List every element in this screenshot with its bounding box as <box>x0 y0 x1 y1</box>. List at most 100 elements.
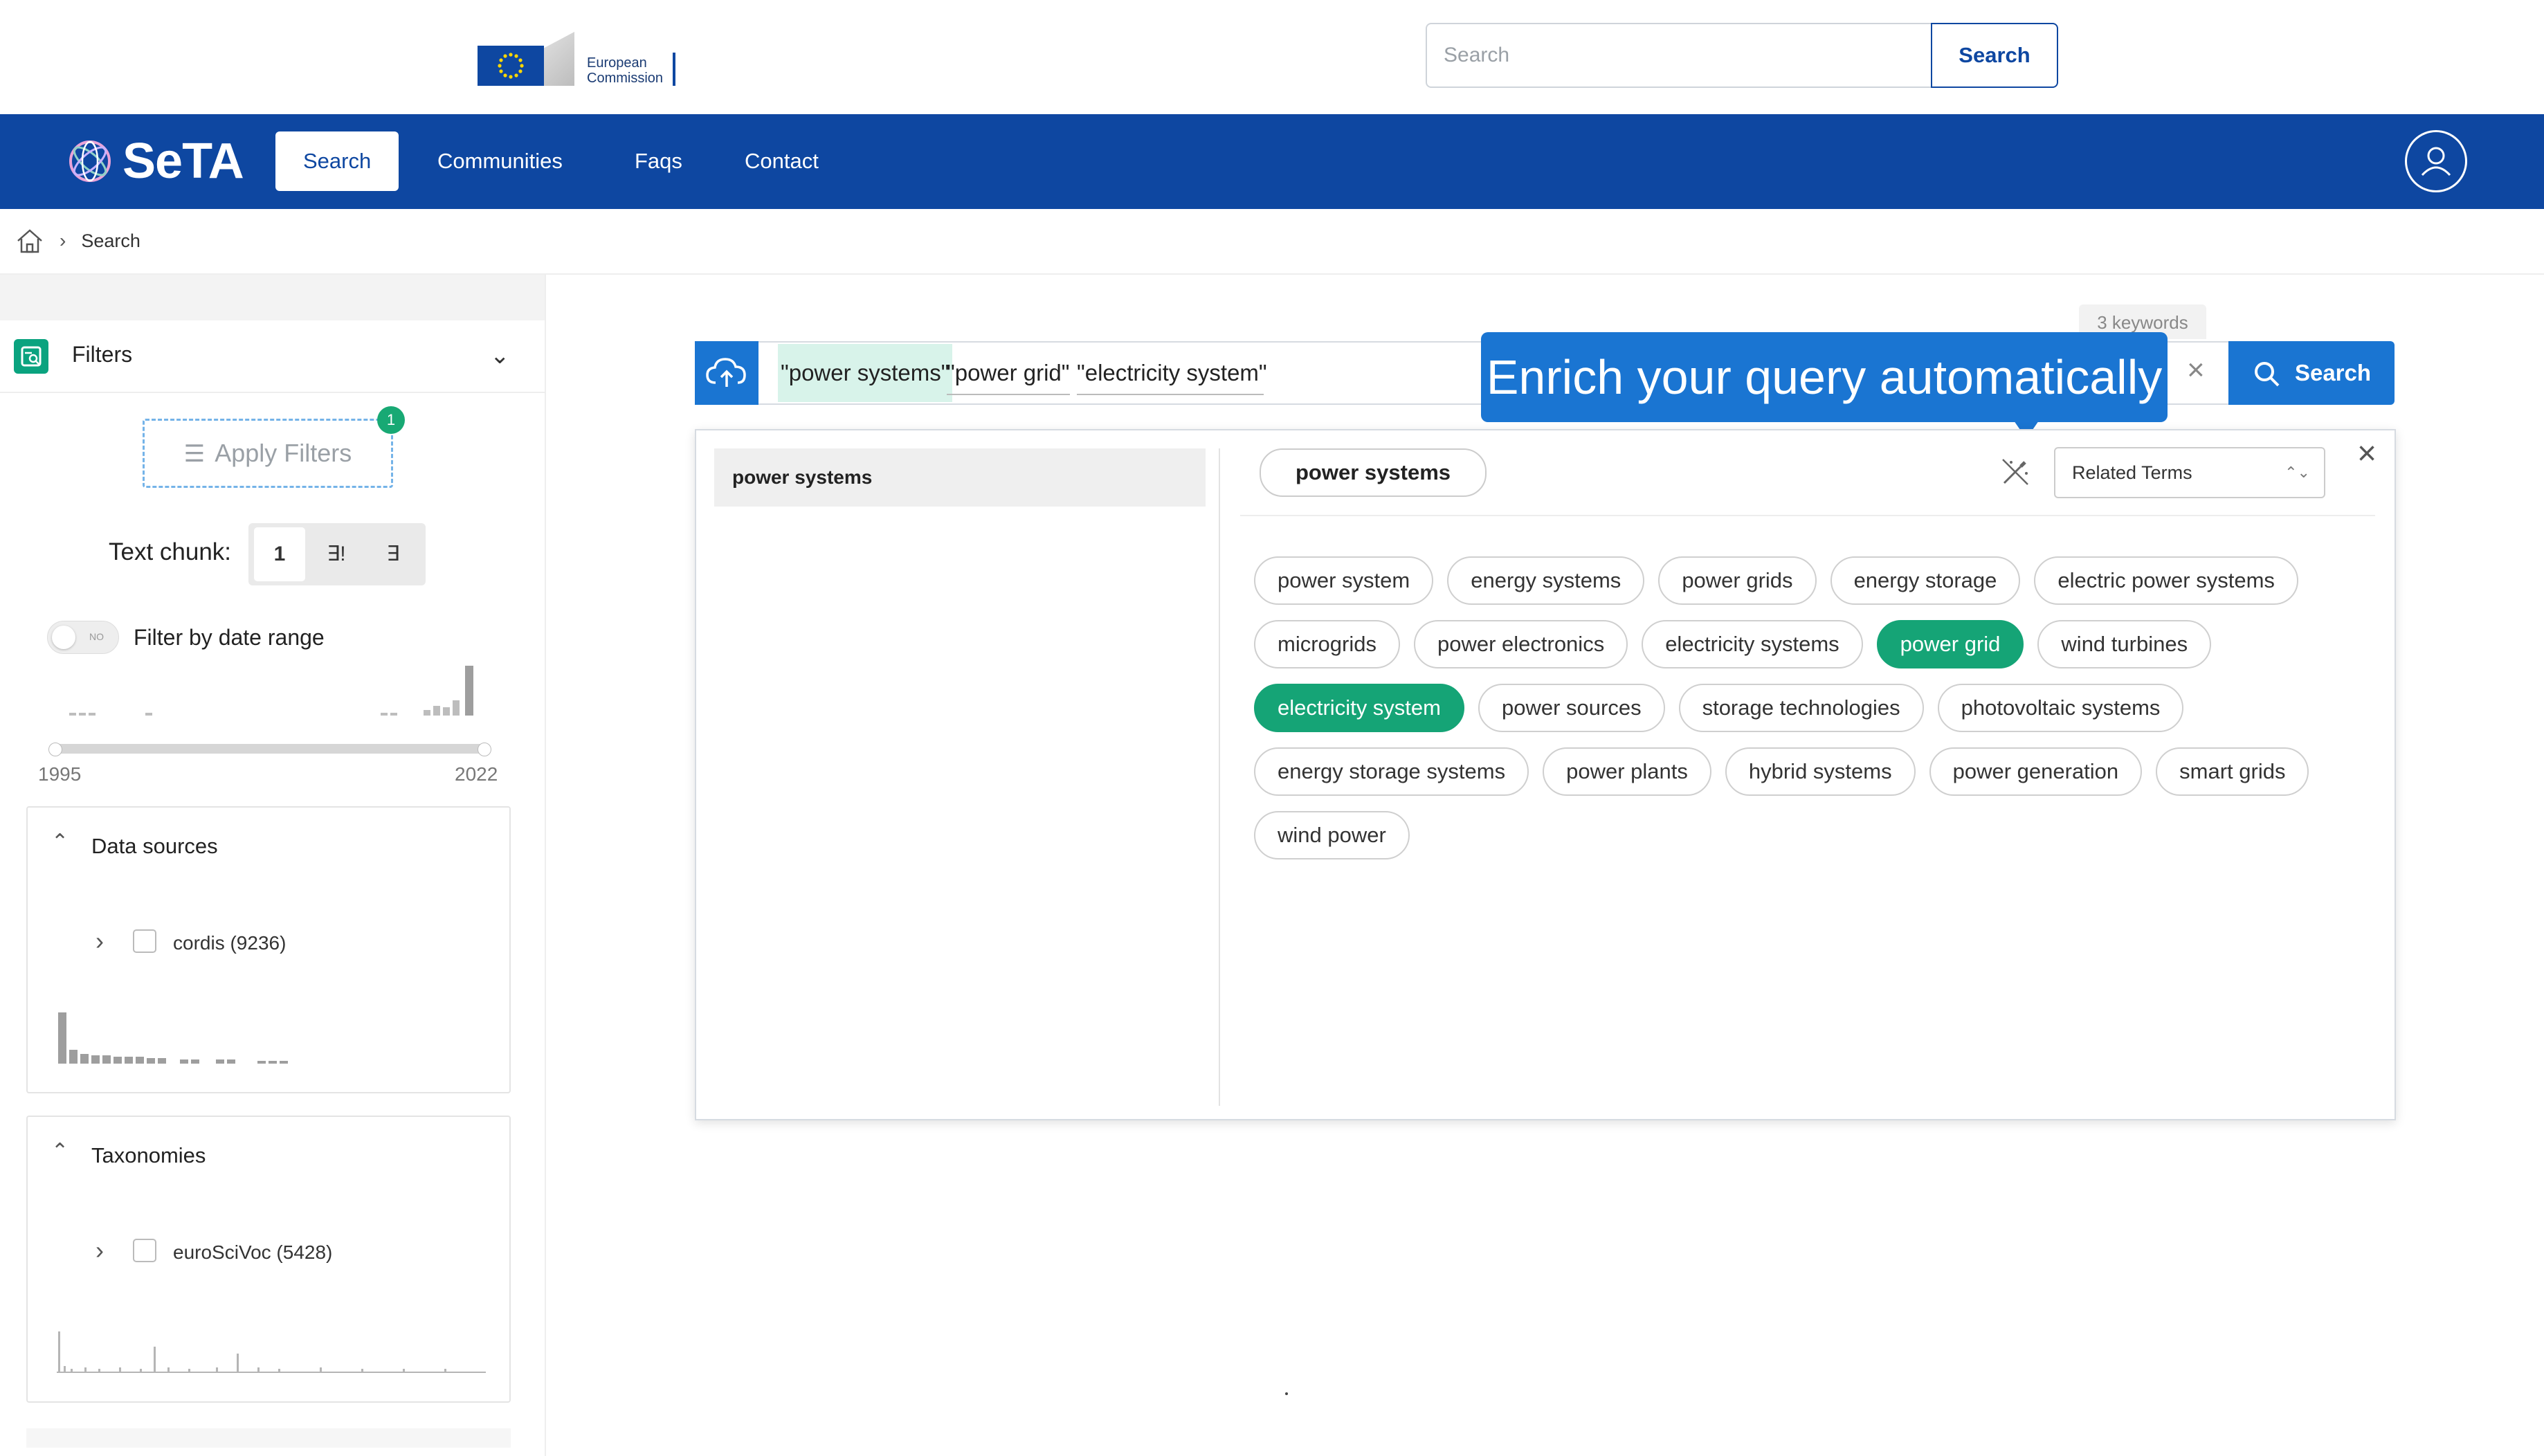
year-end-label: 2022 <box>455 763 498 785</box>
related-term-chip[interactable]: power grids <box>1658 556 1817 605</box>
data-sources-histogram <box>58 1012 288 1064</box>
brand-name: SeTA <box>122 134 244 189</box>
related-term-chip[interactable]: wind turbines <box>2037 620 2212 668</box>
enrich-term-list-item[interactable]: power systems <box>714 448 1206 507</box>
taxonomies-panel: ⌃ Taxonomies › euroSciVoc (5428) <box>26 1116 511 1403</box>
toggle-state-text: NO <box>89 631 104 642</box>
related-term-chip[interactable]: power system <box>1254 556 1434 605</box>
nav-faqs[interactable]: Faqs <box>607 131 710 191</box>
related-term-chip[interactable]: energy storage <box>1830 556 2021 605</box>
filters-header[interactable]: Filters ⌄ <box>0 322 545 393</box>
data-sources-title[interactable]: Data sources <box>91 834 218 859</box>
ec-logo-text: European Commission <box>587 55 664 86</box>
query-term-underline <box>947 394 1070 395</box>
select-updown-icon: ⌃⌄ <box>2284 464 2310 481</box>
filter-by-date-label: Filter by date range <box>134 625 325 650</box>
query-term-power-systems[interactable]: "power systems" <box>778 344 952 402</box>
sliders-icon: ☰ <box>183 441 206 467</box>
enrich-query-panel: power systems × power systems Related Te… <box>695 429 2396 1120</box>
magic-wand-icon[interactable] <box>1997 454 2033 490</box>
related-term-chip[interactable]: electricity systems <box>1642 620 1863 668</box>
chevron-up-icon[interactable]: ⌃ <box>51 1139 69 1163</box>
related-term-chip[interactable]: wind power <box>1254 811 1410 859</box>
top-search-button[interactable]: Search <box>1931 23 2058 88</box>
eu-flag-icon <box>478 46 544 86</box>
european-commission-logo[interactable]: European Commission <box>478 32 685 87</box>
related-term-chip[interactable]: electric power systems <box>2034 556 2298 605</box>
related-term-chip[interactable]: power plants <box>1543 747 1711 796</box>
related-term-chip[interactable]: power generation <box>1929 747 2143 796</box>
related-term-chip[interactable]: power sources <box>1478 684 1665 732</box>
applied-filters-badge: 1 <box>377 406 405 434</box>
enrichment-mode-value: Related Terms <box>2072 462 2192 483</box>
related-term-chip[interactable]: power grid <box>1876 620 2024 668</box>
sidebar-top-strip <box>0 275 545 320</box>
seta-brand-logo[interactable]: SeTA <box>66 134 244 189</box>
chevron-right-icon[interactable]: › <box>96 927 104 956</box>
seta-globe-icon <box>69 140 111 182</box>
apply-filters-label: Apply Filters <box>215 439 352 467</box>
eurosci-voc-checkbox[interactable] <box>133 1239 156 1262</box>
enrich-query-tooltip: Enrich your query automatically <box>1481 332 2168 422</box>
clear-query-icon[interactable]: × <box>2187 353 2205 388</box>
apply-filters-button[interactable]: ☰ Apply Filters <box>143 419 393 488</box>
breadcrumb: › Search <box>15 226 140 256</box>
text-chunk-selector: 1 ∃! ∃ <box>248 523 426 585</box>
related-terms-list: power system energy systems power grids ene… <box>1254 556 2375 859</box>
taxonomies-title[interactable]: Taxonomies <box>91 1143 206 1168</box>
stray-dot <box>1285 1392 1288 1395</box>
ec-building-icon <box>544 32 574 86</box>
top-search-placeholder: Search <box>1444 44 1510 66</box>
main-search-label: Search <box>2294 360 2372 385</box>
text-chunk-option-exists-unique[interactable]: ∃! <box>311 527 362 581</box>
breadcrumb-separator-icon: › <box>60 230 66 251</box>
main-search-button[interactable]: Search <box>2228 341 2395 405</box>
filters-icon <box>14 339 48 374</box>
breadcrumb-current: Search <box>81 230 140 251</box>
related-term-chip[interactable]: energy systems <box>1447 556 1645 605</box>
enrich-header-divider <box>1240 515 2375 516</box>
date-range-toggle[interactable]: NO <box>47 621 119 654</box>
nav-communities[interactable]: Communities <box>410 131 590 191</box>
text-chunk-option-1[interactable]: 1 <box>254 527 305 581</box>
related-term-chip[interactable]: power electronics <box>1413 620 1628 668</box>
related-term-chip[interactable]: photovoltaic systems <box>1937 684 2184 732</box>
cloud-upload-icon <box>706 358 746 387</box>
slider-end-handle[interactable] <box>478 743 491 756</box>
related-term-chip[interactable]: storage technologies <box>1678 684 1924 732</box>
upload-document-button[interactable] <box>695 341 758 405</box>
close-icon[interactable]: × <box>2357 435 2377 473</box>
next-panel-edge <box>26 1428 511 1448</box>
search-icon <box>2254 362 2280 387</box>
selected-term-pill[interactable]: power systems <box>1260 448 1487 497</box>
text-chunk-label: Text chunk: <box>109 538 232 565</box>
cordis-source-label: cordis (9236) <box>173 932 287 954</box>
filters-label: Filters <box>72 342 133 367</box>
year-start-label: 1995 <box>38 763 82 785</box>
user-account-button[interactable] <box>2405 130 2467 192</box>
cordis-checkbox[interactable] <box>133 929 156 953</box>
text-chunk-option-exists[interactable]: ∃ <box>367 527 419 581</box>
date-range-slider[interactable] <box>48 743 491 756</box>
related-term-chip[interactable]: microgrids <box>1254 620 1400 668</box>
chevron-right-icon[interactable]: › <box>96 1236 104 1265</box>
enrichment-mode-select[interactable]: Related Terms ⌃⌄ <box>2054 447 2325 498</box>
related-term-chip[interactable]: energy storage systems <box>1254 747 1529 796</box>
ec-logo-divider <box>673 53 675 86</box>
related-term-chip[interactable]: electricity system <box>1254 684 1464 732</box>
query-term-underline <box>1077 394 1264 395</box>
nav-search[interactable]: Search <box>275 131 399 191</box>
chevron-down-icon[interactable]: ⌄ <box>490 342 510 370</box>
home-icon[interactable] <box>15 227 44 255</box>
slider-start-handle[interactable] <box>48 743 62 756</box>
toggle-knob <box>52 626 75 649</box>
main-navbar: SeTA Search Communities Faqs Contact <box>0 114 2544 209</box>
data-sources-panel: ⌃ Data sources › cordis (9236) <box>26 806 511 1093</box>
chevron-up-icon[interactable]: ⌃ <box>51 830 69 854</box>
nav-contact[interactable]: Contact <box>717 131 846 191</box>
related-term-chip[interactable]: smart grids <box>2156 747 2309 796</box>
user-icon <box>2421 147 2451 176</box>
related-term-chip[interactable]: hybrid systems <box>1725 747 1916 796</box>
panel-divider <box>1219 448 1220 1106</box>
taxonomies-histogram <box>57 1331 486 1373</box>
